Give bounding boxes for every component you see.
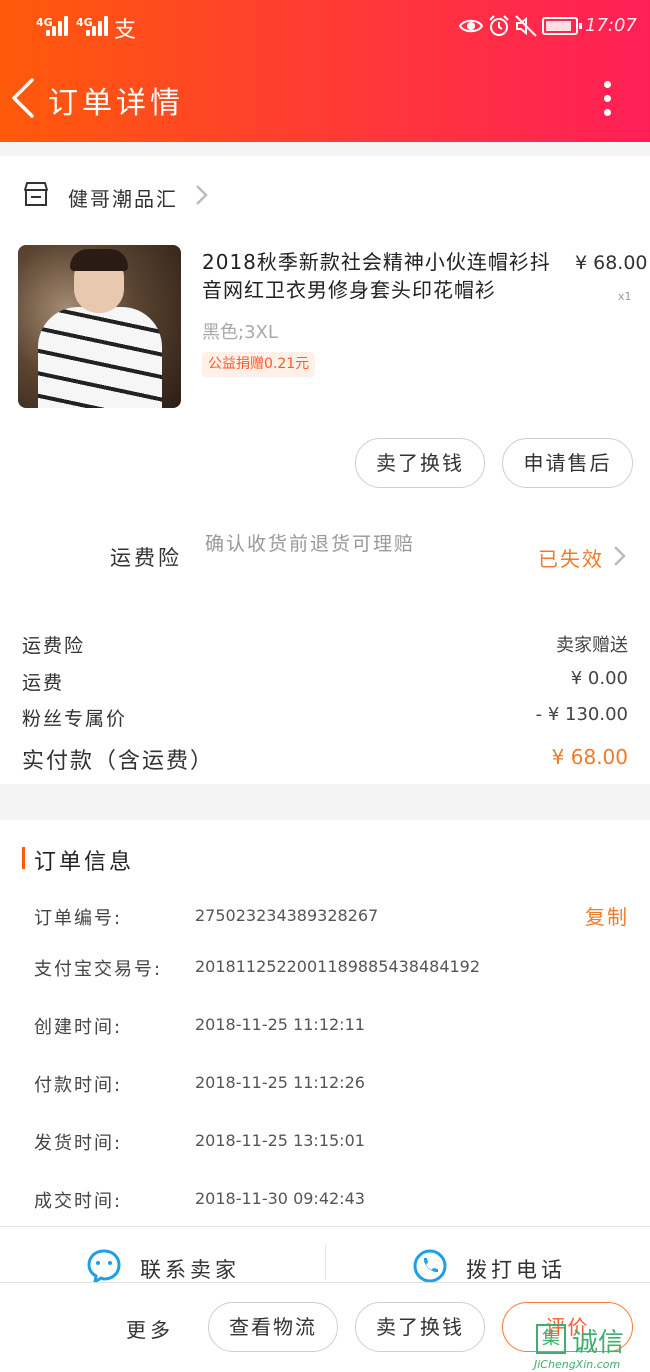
copy-button[interactable]: 复制 xyxy=(585,901,629,930)
status-bar: 4G 4G 支 17:07 xyxy=(0,0,650,56)
product-sku: 黑色;3XL xyxy=(202,322,278,343)
phone-icon[interactable] xyxy=(412,1248,448,1284)
eye-icon xyxy=(459,19,483,33)
fee-value: 卖家赠送 xyxy=(556,635,628,656)
chevron-right-icon[interactable] xyxy=(612,544,628,568)
more-button[interactable]: 更多 xyxy=(126,1314,174,1343)
order-info-label: 订单编号: xyxy=(34,908,123,929)
call-button[interactable]: 拨打电话 xyxy=(466,1254,566,1284)
store-icon xyxy=(24,182,48,206)
section-accent-bar xyxy=(22,847,25,869)
chat-bubble-icon[interactable] xyxy=(86,1248,122,1284)
order-info-label: 创建时间: xyxy=(34,1017,123,1038)
watermark-logo: 集 诚信 JiChengXin.com xyxy=(534,1322,650,1372)
product-quantity: x1 xyxy=(618,290,632,303)
contact-divider xyxy=(325,1244,326,1280)
after-sales-button[interactable]: 申请售后 xyxy=(502,438,633,488)
order-info-label: 发货时间: xyxy=(34,1133,123,1154)
fee-value: ¥ 0.00 xyxy=(570,668,628,689)
contact-seller-button[interactable]: 联系卖家 xyxy=(140,1254,240,1284)
shipping-insurance-label: 运费险 xyxy=(110,546,182,570)
battery-icon xyxy=(542,17,582,35)
order-info-value: 2018-11-25 13:15:01 xyxy=(195,1131,365,1150)
resell-bottom-button[interactable]: 卖了换钱 xyxy=(355,1302,485,1352)
watermark-en: JiChengXin.com xyxy=(534,1358,621,1371)
watermark-box: 集 xyxy=(536,1324,566,1354)
mute-icon xyxy=(515,15,537,37)
resell-button[interactable]: 卖了换钱 xyxy=(355,438,485,488)
product-image[interactable] xyxy=(18,245,181,408)
shipping-insurance-status[interactable]: 已失效 xyxy=(538,543,604,572)
shop-name: 健哥潮品汇 xyxy=(68,187,178,211)
order-info-label: 成交时间: xyxy=(34,1191,123,1212)
shop-row[interactable]: 健哥潮品汇 xyxy=(0,175,650,217)
view-logistics-button[interactable]: 查看物流 xyxy=(208,1302,338,1352)
order-info-title: 订单信息 xyxy=(34,850,135,875)
chevron-right-icon xyxy=(196,185,208,205)
shipping-insurance-desc: 确认收货前退货可理赔 xyxy=(205,533,416,555)
page-title: 订单详情 xyxy=(48,86,184,121)
order-info-label: 支付宝交易号: xyxy=(34,959,163,980)
back-arrow-icon[interactable] xyxy=(8,76,44,120)
fee-value: - ¥ 130.00 xyxy=(535,704,628,725)
order-info-label: 付款时间: xyxy=(34,1075,123,1096)
signal-bars-1-icon xyxy=(46,14,76,36)
product-title[interactable]: 2018秋季新款社会精神小伙连帽衫抖音网红卫衣男修身套头印花帽衫 xyxy=(202,248,564,304)
watermark-cn: 诚信 xyxy=(572,1328,625,1358)
charity-badge: 公益捐赠0.21元 xyxy=(202,352,316,377)
order-info-value: 2018112522001189885438484192 xyxy=(195,957,481,976)
alarm-icon xyxy=(489,15,509,36)
total-value: ¥ 68.00 xyxy=(551,745,628,769)
app-header: 4G 4G 支 17:07 订单详情 xyxy=(0,0,650,142)
total-label: 实付款（含运费） xyxy=(22,749,215,774)
fee-label: 粉丝专属价 xyxy=(22,708,128,730)
fee-label: 运费险 xyxy=(22,635,86,657)
more-vertical-icon[interactable] xyxy=(592,78,622,118)
signal-bars-2-icon xyxy=(86,14,116,36)
product-price: ¥ 68.00 xyxy=(575,252,648,274)
alipay-notification-icon: 支 xyxy=(114,18,137,43)
status-time: 17:07 xyxy=(585,15,637,36)
order-info-value: 2018-11-25 11:12:11 xyxy=(195,1015,365,1034)
order-info-value: 2018-11-30 09:42:43 xyxy=(195,1189,365,1208)
fee-label: 运费 xyxy=(22,672,65,694)
order-info-value: 275023234389328267 xyxy=(195,906,379,925)
order-info-value: 2018-11-25 11:12:26 xyxy=(195,1073,365,1092)
